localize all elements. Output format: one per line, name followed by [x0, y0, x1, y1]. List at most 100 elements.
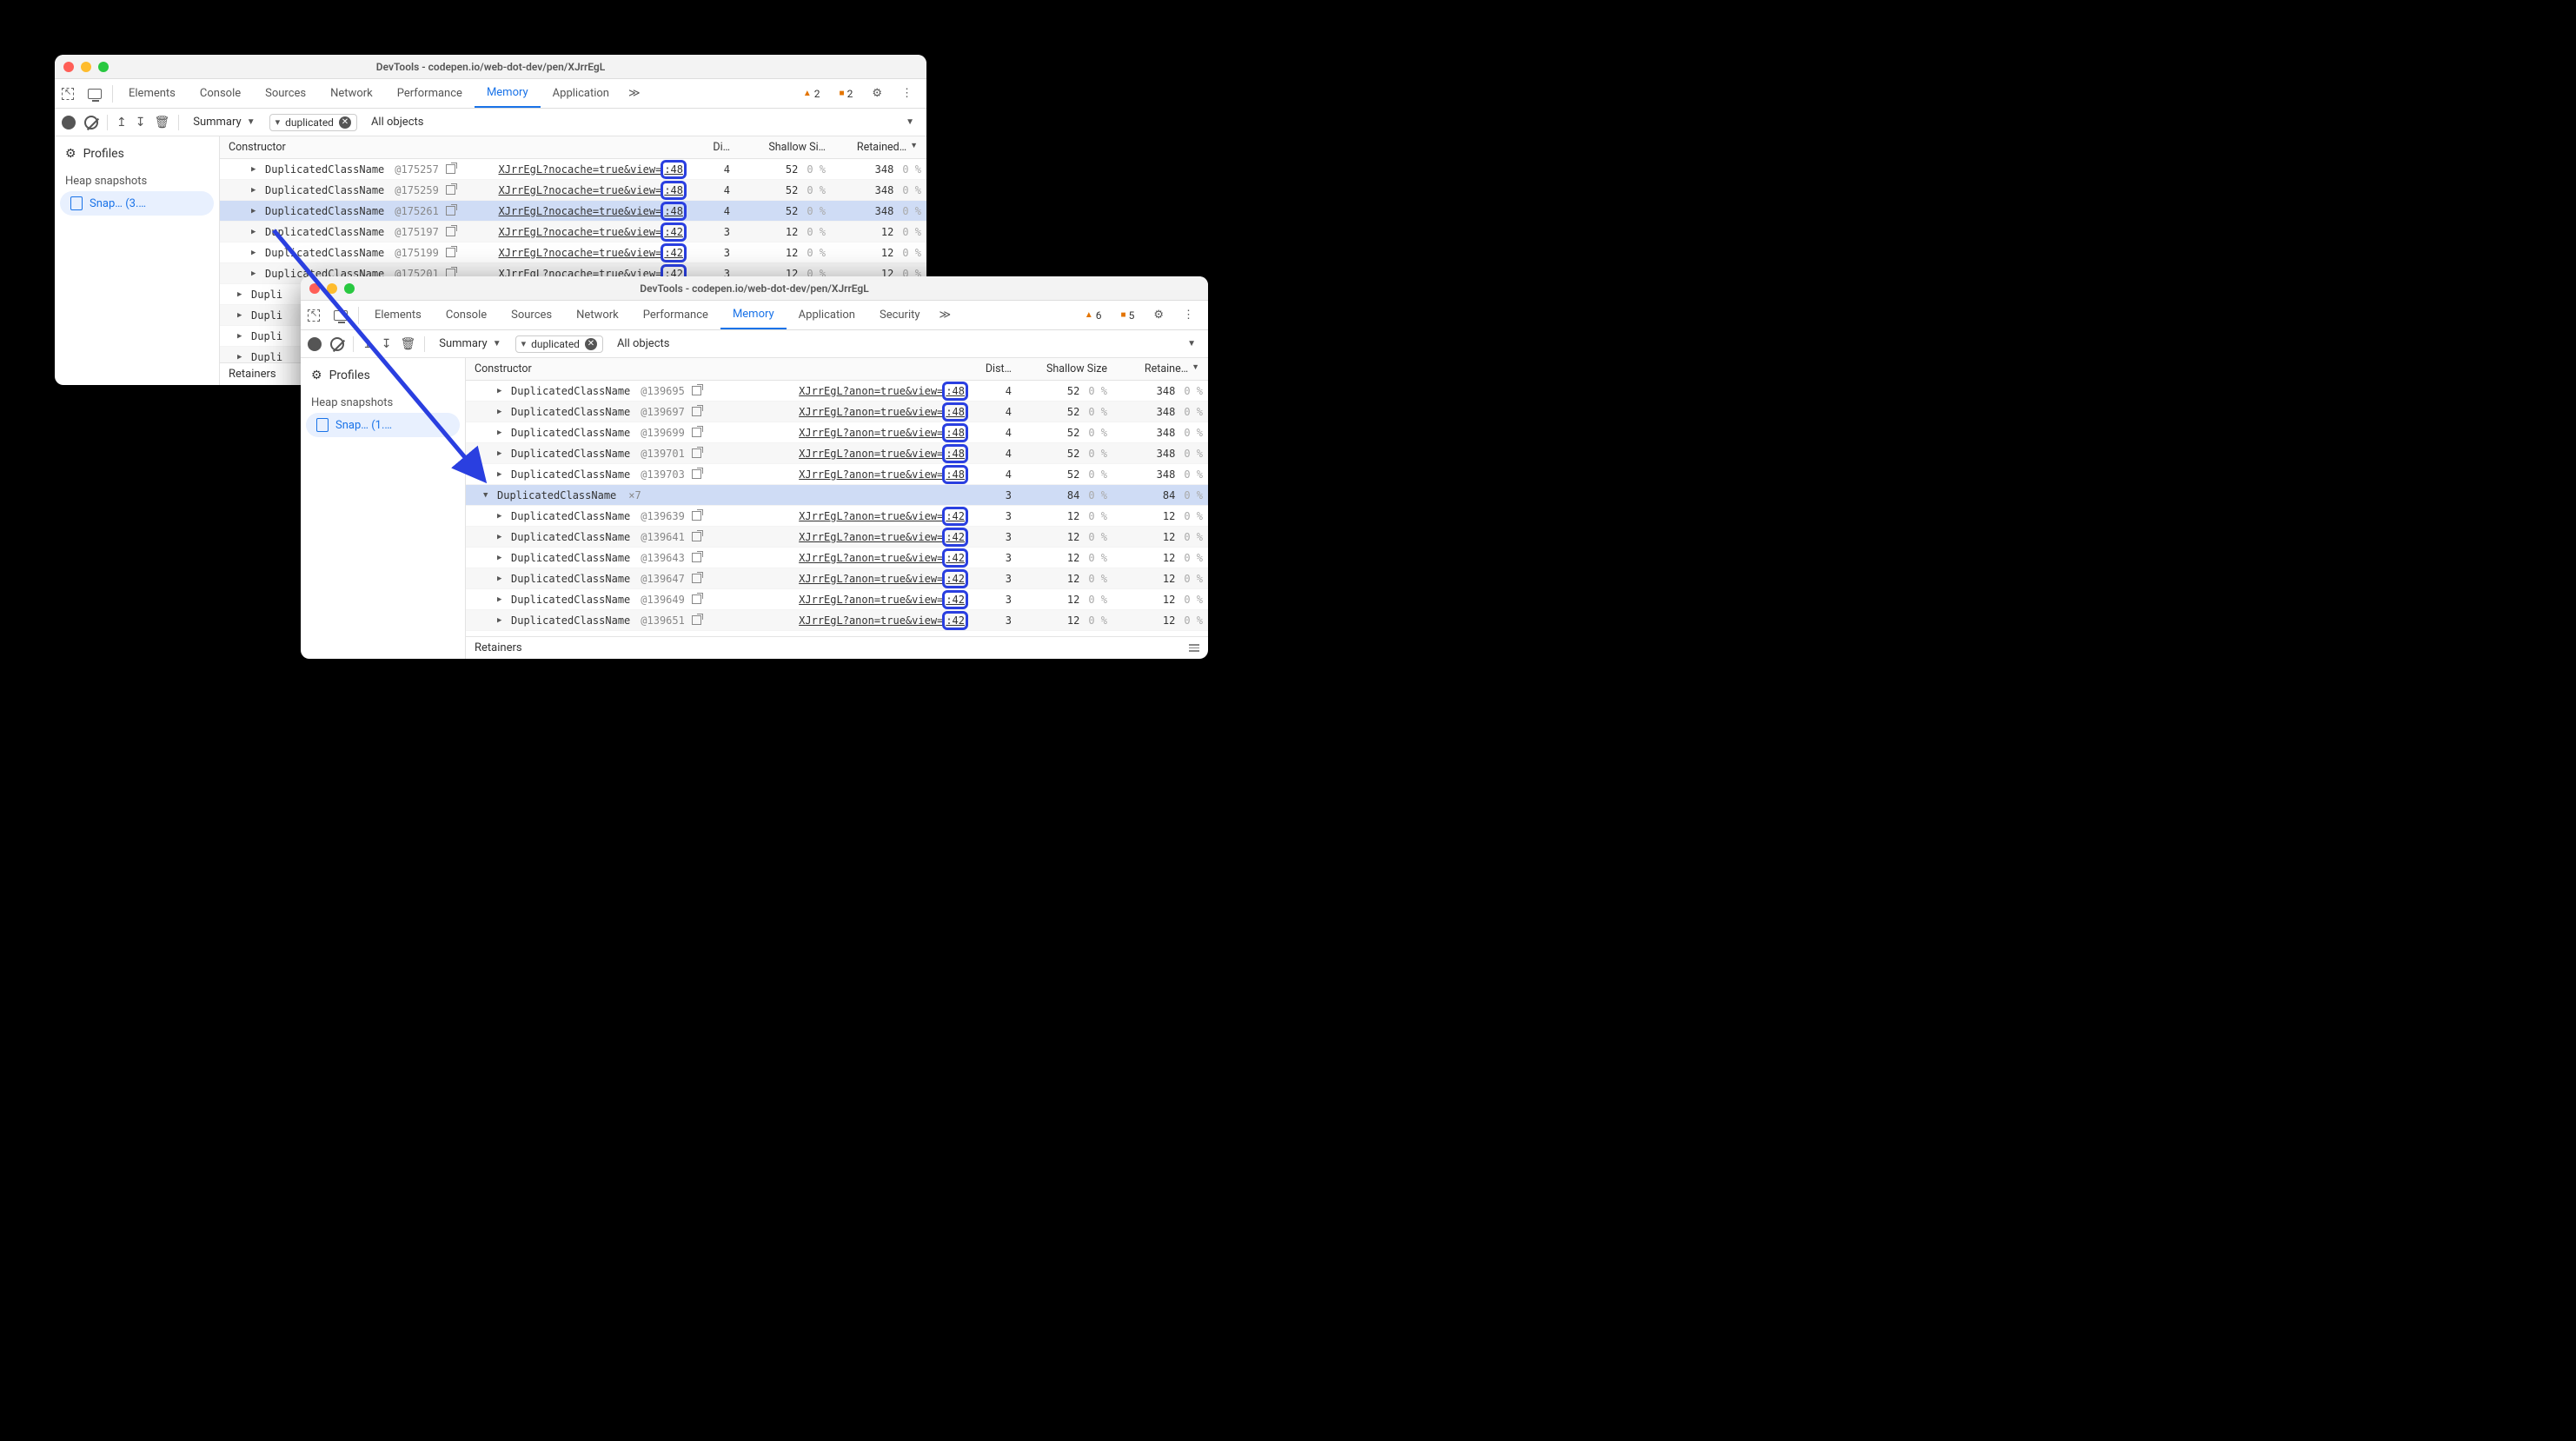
device-toggle-icon[interactable] — [327, 301, 355, 329]
source-link[interactable]: XJrrEgL?anon=true&view=:42 — [799, 569, 968, 588]
source-link[interactable]: XJrrEgL?nocache=true&view=:48 — [498, 181, 687, 200]
tab-memory[interactable]: Memory — [720, 301, 787, 329]
object-row[interactable]: ▶DuplicatedClassName@139649XJrrEgL?anon=… — [466, 589, 1208, 610]
export-icon[interactable]: ↥ — [362, 337, 373, 351]
source-link[interactable]: XJrrEgL?nocache=true&view=:48 — [498, 202, 687, 221]
source-link[interactable]: XJrrEgL?anon=true&view=:42 — [799, 528, 968, 547]
expand-icon[interactable]: ▶ — [497, 449, 506, 458]
source-link[interactable]: XJrrEgL?anon=true&view=:48 — [799, 465, 968, 484]
settings-gear-icon[interactable]: ⚙ — [1146, 309, 1171, 322]
expand-icon[interactable]: ▶ — [497, 595, 506, 604]
source-link[interactable]: XJrrEgL?anon=true&view=:42 — [799, 590, 968, 609]
warnings-badge[interactable]: 2 — [796, 88, 827, 100]
col-retained[interactable]: Retained…▼ — [831, 141, 926, 154]
open-in-panel-icon[interactable] — [692, 386, 701, 395]
source-link[interactable]: XJrrEgL?nocache=true&view=:42 — [498, 243, 687, 262]
col-shallow[interactable]: Shallow Si… — [735, 141, 831, 154]
expand-icon[interactable]: ▶ — [497, 554, 506, 562]
open-in-panel-icon[interactable] — [446, 164, 455, 174]
delete-icon[interactable]: 🗑 — [400, 337, 415, 351]
object-row[interactable]: ▶DuplicatedClassName@175259XJrrEgL?nocac… — [220, 180, 926, 201]
delete-icon[interactable]: 🗑 — [154, 116, 169, 129]
object-row[interactable]: ▶DuplicatedClassName@139699XJrrEgL?anon=… — [466, 422, 1208, 443]
col-retained[interactable]: Retaine…▼ — [1112, 362, 1208, 375]
object-row[interactable]: ▶DuplicatedClassName@139697XJrrEgL?anon=… — [466, 402, 1208, 422]
expand-icon[interactable]: ▶ — [251, 186, 260, 195]
open-in-panel-icon[interactable] — [692, 428, 701, 437]
object-row[interactable]: ▶DuplicatedClassName@139695XJrrEgL?anon=… — [466, 381, 1208, 402]
open-in-panel-icon[interactable] — [692, 553, 701, 562]
expand-icon[interactable]: ▶ — [497, 574, 506, 583]
object-row[interactable]: ▶DuplicatedClassName@175197XJrrEgL?nocac… — [220, 222, 926, 242]
retainers-header[interactable]: Retainers — [466, 636, 1208, 659]
expand-icon[interactable]: ▶ — [497, 470, 506, 479]
issues-badge[interactable]: 5 — [1114, 309, 1142, 322]
open-in-panel-icon[interactable] — [446, 227, 455, 236]
expand-icon[interactable]: ▶ — [497, 387, 506, 395]
drag-handle-icon[interactable] — [1189, 644, 1199, 652]
open-in-panel-icon[interactable] — [692, 448, 701, 458]
tab-console[interactable]: Console — [188, 79, 253, 108]
source-link[interactable]: XJrrEgL?nocache=true&view=:48 — [498, 160, 687, 179]
minimize-icon[interactable] — [81, 62, 91, 72]
class-filter-input[interactable]: ▾ duplicated ✕ — [269, 114, 357, 131]
tab-console[interactable]: Console — [434, 301, 499, 329]
titlebar[interactable]: DevTools - codepen.io/web-dot-dev/pen/XJ… — [301, 276, 1208, 301]
expand-icon[interactable]: ▶ — [497, 533, 506, 541]
tab-application[interactable]: Application — [787, 301, 867, 329]
source-link[interactable]: XJrrEgL?anon=true&view=:48 — [799, 423, 968, 442]
source-link[interactable]: XJrrEgL?anon=true&view=:48 — [799, 382, 968, 401]
view-dropdown[interactable]: Summary▼ — [188, 116, 260, 129]
export-icon[interactable]: ↥ — [116, 116, 127, 129]
object-row[interactable]: ▶DuplicatedClassName@139639XJrrEgL?anon=… — [466, 506, 1208, 527]
snapshot-item[interactable]: Snap… (1.… — [306, 413, 460, 437]
object-row[interactable]: ▶DuplicatedClassName@139647XJrrEgL?anon=… — [466, 568, 1208, 589]
source-link[interactable]: XJrrEgL?anon=true&view=:42 — [799, 611, 968, 630]
open-in-panel-icon[interactable] — [692, 594, 701, 604]
object-row[interactable]: ▶DuplicatedClassName@139701XJrrEgL?anon=… — [466, 443, 1208, 464]
close-icon[interactable] — [63, 62, 74, 72]
tab-sources[interactable]: Sources — [499, 301, 564, 329]
issues-badge[interactable]: 2 — [833, 88, 860, 100]
clear-button[interactable] — [330, 337, 344, 351]
expand-icon[interactable]: ▶ — [251, 207, 260, 216]
tab-network[interactable]: Network — [564, 301, 631, 329]
source-link[interactable]: XJrrEgL?nocache=true&view=:42 — [498, 222, 687, 242]
object-row[interactable]: ▶DuplicatedClassName@175261XJrrEgL?nocac… — [220, 201, 926, 222]
open-in-panel-icon[interactable] — [692, 511, 701, 521]
col-constructor[interactable]: Constructor — [466, 362, 968, 375]
expand-icon[interactable]: ▶ — [251, 228, 260, 236]
settings-gear-icon[interactable]: ⚙ — [865, 87, 889, 100]
col-shallow[interactable]: Shallow Size — [1017, 362, 1112, 375]
open-in-panel-icon[interactable] — [446, 185, 455, 195]
expand-icon[interactable]: ▶ — [497, 408, 506, 416]
snapshot-item[interactable]: Snap… (3.… — [60, 191, 214, 216]
source-link[interactable]: XJrrEgL?anon=true&view=:42 — [799, 507, 968, 526]
expand-icon[interactable]: ▶ — [237, 290, 246, 299]
kebab-menu-icon[interactable]: ⋮ — [894, 87, 920, 100]
tab-network[interactable]: Network — [318, 79, 385, 108]
col-constructor[interactable]: Constructor — [220, 141, 687, 154]
object-row[interactable]: ▶DuplicatedClassName@139643XJrrEgL?anon=… — [466, 548, 1208, 568]
expand-icon[interactable]: ▶ — [251, 269, 260, 278]
zoom-icon[interactable] — [98, 62, 109, 72]
kebab-menu-icon[interactable]: ⋮ — [1176, 309, 1201, 322]
import-icon[interactable]: ↧ — [136, 116, 146, 129]
expand-icon[interactable]: ▶ — [237, 353, 246, 362]
traffic-lights[interactable] — [63, 62, 109, 72]
objects-dropdown[interactable]: All objects▼ — [612, 337, 1201, 350]
open-in-panel-icon[interactable] — [446, 248, 455, 257]
expand-icon[interactable]: ▶ — [497, 428, 506, 437]
import-icon[interactable]: ↧ — [382, 337, 392, 351]
clear-filter-icon[interactable]: ✕ — [585, 338, 597, 350]
tab-sources[interactable]: Sources — [253, 79, 318, 108]
object-row[interactable]: ▶DuplicatedClassName@139703XJrrEgL?anon=… — [466, 464, 1208, 485]
object-row[interactable]: ▶DuplicatedClassName@175257XJrrEgL?nocac… — [220, 159, 926, 180]
open-in-panel-icon[interactable] — [692, 615, 701, 625]
record-button[interactable] — [308, 337, 322, 351]
device-toggle-icon[interactable] — [81, 79, 109, 108]
tab-elements[interactable]: Elements — [116, 79, 188, 108]
close-icon[interactable] — [309, 283, 320, 294]
more-tabs-icon[interactable]: ≫ — [933, 301, 959, 329]
open-in-panel-icon[interactable] — [692, 469, 701, 479]
